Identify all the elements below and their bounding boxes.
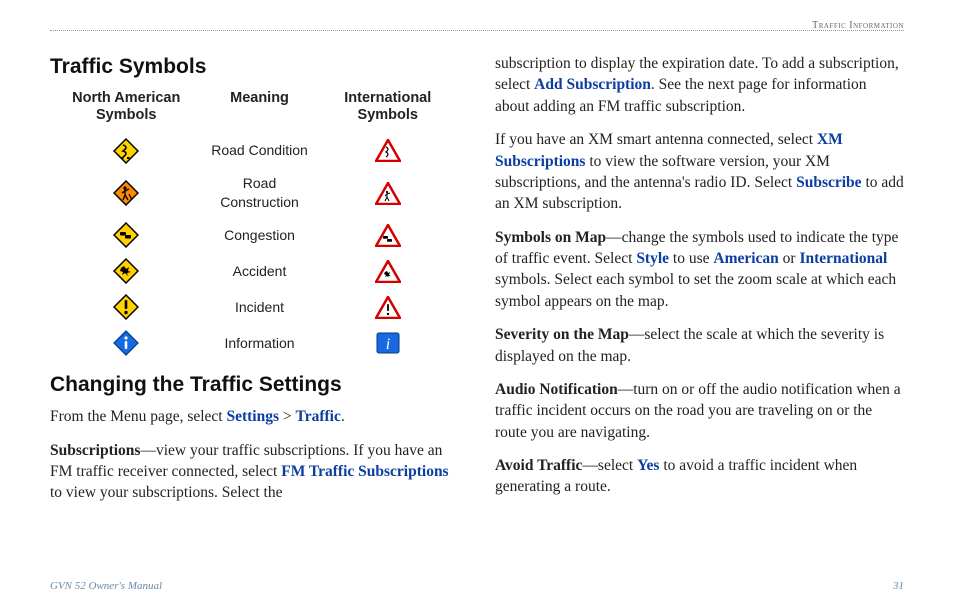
label-symbols-on-map: Symbols on Map: [495, 229, 606, 246]
na-information-icon: [113, 330, 139, 356]
para-subscriptions: Subscriptions—view your traffic subscrip…: [50, 440, 459, 504]
link-subscribe: Subscribe: [796, 174, 861, 191]
label-audio-notification: Audio Notification: [495, 381, 618, 398]
intl-incident-icon: [375, 296, 401, 319]
table-row: Road Construction: [50, 169, 459, 218]
para-add-subscription: subscription to display the expiration d…: [495, 53, 904, 117]
heading-traffic-symbols: Traffic Symbols: [50, 53, 459, 82]
th-intl-symbols: International Symbols: [317, 88, 459, 133]
table-row: Information i: [50, 325, 459, 361]
na-accident-icon: [113, 258, 139, 284]
table-row: Road Condition: [50, 133, 459, 169]
text: —select: [582, 457, 637, 474]
left-column: Traffic Symbols North American Symbols M…: [50, 53, 459, 516]
th-meaning: Meaning: [202, 88, 316, 133]
intl-accident-icon: [375, 260, 401, 283]
intl-information-icon: i: [376, 332, 400, 354]
link-international: International: [799, 250, 887, 267]
link-yes: Yes: [637, 457, 659, 474]
heading-changing-settings: Changing the Traffic Settings: [50, 371, 459, 400]
text: >: [279, 408, 296, 425]
meaning-road-condition: Road Condition: [202, 133, 316, 169]
meaning-accident: Accident: [202, 253, 316, 289]
label-avoid-traffic: Avoid Traffic: [495, 457, 582, 474]
text: to use: [669, 250, 713, 267]
intl-road-condition-icon: [375, 139, 401, 162]
meaning-incident: Incident: [202, 289, 316, 325]
na-congestion-icon: [113, 222, 139, 248]
para-audio-notification: Audio Notification—turn on or off the au…: [495, 379, 904, 443]
na-road-construction-icon: [113, 180, 139, 206]
table-row: Congestion: [50, 217, 459, 253]
link-traffic: Traffic: [296, 408, 341, 425]
link-settings: Settings: [226, 408, 279, 425]
footer-page-number: 31: [893, 580, 904, 592]
intl-road-construction-icon: [375, 182, 401, 205]
traffic-symbols-table: North American Symbols Meaning Internati…: [50, 88, 459, 361]
na-incident-icon: [113, 294, 139, 320]
para-from-menu: From the Menu page, select Settings > Tr…: [50, 406, 459, 427]
right-column: subscription to display the expiration d…: [495, 53, 904, 516]
link-style: Style: [636, 250, 669, 267]
svg-text:i: i: [386, 336, 390, 353]
link-fm-traffic-subscriptions: FM Traffic Subscriptions: [281, 463, 448, 480]
footer-manual-title: GVN 52 Owner's Manual: [50, 580, 162, 592]
para-xm: If you have an XM smart antenna connecte…: [495, 129, 904, 215]
text: symbols. Select each symbol to set the z…: [495, 271, 896, 309]
link-american: American: [713, 250, 778, 267]
text: From the Menu page, select: [50, 408, 226, 425]
text: .: [341, 408, 345, 425]
table-row: Accident: [50, 253, 459, 289]
text: to view your subscriptions. Select the: [50, 484, 282, 501]
label-subscriptions: Subscriptions: [50, 442, 140, 459]
text: or: [779, 250, 800, 267]
meaning-information: Information: [202, 325, 316, 361]
th-na-symbols: North American Symbols: [50, 88, 202, 133]
na-road-condition-icon: [113, 138, 139, 164]
label-severity: Severity on the Map: [495, 326, 629, 343]
table-row: Incident: [50, 289, 459, 325]
meaning-road-construction: Road Construction: [202, 169, 316, 218]
text: If you have an XM smart antenna connecte…: [495, 131, 817, 148]
running-head: Traffic Information: [812, 20, 904, 31]
para-avoid-traffic: Avoid Traffic—select Yes to avoid a traf…: [495, 455, 904, 498]
para-symbols-on-map: Symbols on Map—change the symbols used t…: [495, 227, 904, 313]
intl-congestion-icon: [375, 224, 401, 247]
para-severity: Severity on the Map—select the scale at …: [495, 324, 904, 367]
link-add-subscription: Add Subscription: [534, 76, 651, 93]
meaning-congestion: Congestion: [202, 217, 316, 253]
